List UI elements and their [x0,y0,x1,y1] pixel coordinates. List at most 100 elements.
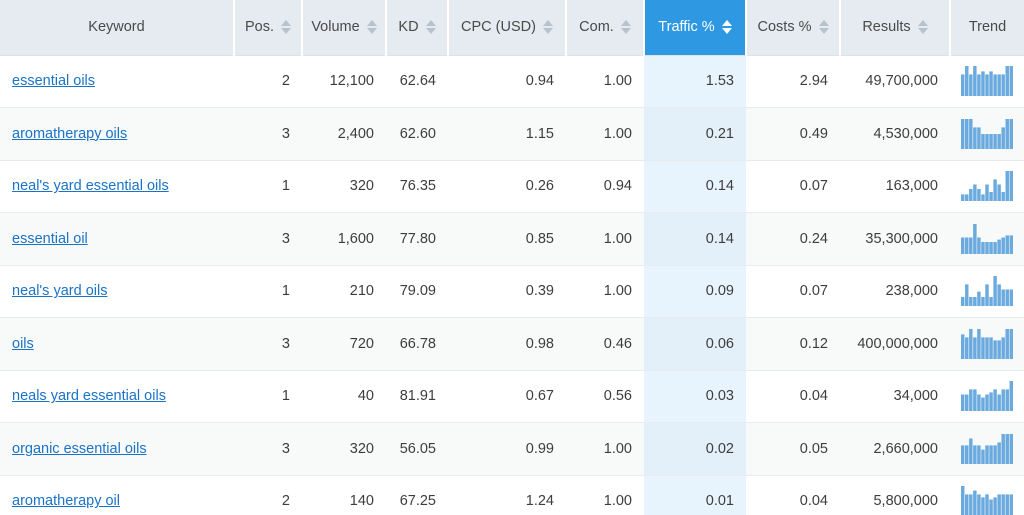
cell-keyword: essential oils [0,55,234,108]
cell-position: 1 [234,160,302,213]
cell-keyword: organic essential oils [0,422,234,476]
cell-costs: 0.49 [746,107,840,161]
sort-arrows-icon[interactable] [366,20,377,35]
cell-com: 1.00 [566,55,644,108]
cell-position: 3 [234,212,302,266]
keyword-link[interactable]: neal's yard essential oils [12,178,169,194]
column-header-keyword: Keyword [0,0,235,56]
cell-keyword: neal's yard oils [0,265,234,318]
cell-trend [950,160,1024,213]
table-row: neal's yard essential oils 1 320 76.35 0.26 0… [0,160,1024,213]
table-row: neals yard essential oils 1 40 81.91 0.67 0.5… [0,370,1024,423]
cell-trend [950,107,1024,161]
sort-arrows-icon[interactable] [425,20,436,35]
trend-sparkline-chart [961,66,1013,97]
table-row: aromatherapy oil 2 140 67.25 1.24 1.00 0.01 0.0… [0,475,1024,515]
cell-volume: 2,400 [302,107,386,161]
keyword-link[interactable]: essential oil [12,231,88,247]
sort-arrows-icon[interactable] [818,20,829,35]
cell-traffic: 0.21 [644,107,746,161]
cell-cpc: 0.39 [448,265,566,318]
cell-com: 1.00 [566,422,644,476]
cell-kd: 77.80 [386,212,448,266]
cell-volume: 12,100 [302,55,386,108]
table-body: essential oils 2 12,100 62.64 0.94 1.00 1.53 2.… [0,55,1024,515]
cell-keyword: oils [0,317,234,371]
sort-arrows-icon[interactable] [281,20,292,35]
cell-costs: 0.04 [746,370,840,423]
cell-traffic: 0.02 [644,422,746,476]
column-header-results[interactable]: Results [840,0,951,56]
cell-keyword: essential oil [0,212,234,266]
cell-com: 1.00 [566,475,644,515]
column-header-label: Keyword [88,19,145,36]
column-header-label: CPC (USD) [461,19,536,36]
table-row: neal's yard oils 1 210 79.09 0.39 1.00 0.09 0.0… [0,265,1024,318]
column-header-costs-pct[interactable]: Costs % [746,0,841,56]
trend-sparkline-chart [961,433,1013,464]
keyword-link[interactable]: aromatherapy oil [12,493,120,509]
table-row: oils 3 720 66.78 0.98 0.46 0.06 0.12 400,000,000 [0,317,1024,371]
sort-arrows-icon[interactable] [917,20,928,35]
cell-results: 238,000 [840,265,950,318]
cell-trend [950,422,1024,476]
keyword-link[interactable]: essential oils [12,73,95,89]
cell-trend [950,475,1024,515]
column-header-competition[interactable]: Com. [566,0,645,56]
column-header-volume[interactable]: Volume [302,0,387,56]
column-header-label: Com. [579,19,614,36]
column-header-trend: Trend [950,0,1024,56]
table-row: aromatherapy oils 3 2,400 62.60 1.15 1.00 0.21… [0,107,1024,161]
cell-results: 49,700,000 [840,55,950,108]
cell-com: 0.46 [566,317,644,371]
cell-trend [950,370,1024,423]
cell-kd: 81.91 [386,370,448,423]
cell-keyword: aromatherapy oil [0,475,234,515]
cell-kd: 79.09 [386,265,448,318]
keyword-link[interactable]: aromatherapy oils [12,126,127,142]
cell-traffic: 1.53 [644,55,746,108]
trend-sparkline-chart [961,223,1013,254]
cell-com: 1.00 [566,212,644,266]
column-header-kd[interactable]: KD [386,0,449,56]
cell-trend [950,55,1024,108]
column-header-label: KD [398,19,419,36]
column-header-label: Volume [311,19,360,36]
cell-volume: 720 [302,317,386,371]
header-row: Keyword Pos. Volume KD CPC (USD) Com. Traffic … [0,0,1024,56]
column-header-cpc-usd[interactable]: CPC (USD) [448,0,567,56]
cell-volume: 140 [302,475,386,515]
trend-sparkline-chart [961,276,1013,307]
column-header-label: Pos. [245,19,275,36]
column-header-position[interactable]: Pos. [234,0,303,56]
cell-costs: 2.94 [746,55,840,108]
cell-kd: 56.05 [386,422,448,476]
column-header-traffic-pct[interactable]: Traffic % [644,0,747,56]
sort-arrows-icon[interactable] [721,20,732,35]
cell-results: 163,000 [840,160,950,213]
cell-cpc: 0.98 [448,317,566,371]
trend-sparkline-chart [961,118,1013,149]
cell-costs: 0.07 [746,265,840,318]
trend-sparkline-chart [961,381,1013,412]
cell-keyword: neal's yard essential oils [0,160,234,213]
cell-cpc: 0.94 [448,55,566,108]
sort-arrows-icon[interactable] [542,20,553,35]
table-header: Keyword Pos. Volume KD CPC (USD) Com. Traffic … [0,0,1024,56]
keyword-link[interactable]: organic essential oils [12,441,147,457]
keyword-link[interactable]: neal's yard oils [12,283,107,299]
cell-volume: 40 [302,370,386,423]
sort-arrows-icon[interactable] [620,20,631,35]
cell-position: 2 [234,55,302,108]
keyword-link[interactable]: oils [12,336,34,352]
cell-kd: 76.35 [386,160,448,213]
cell-traffic: 0.14 [644,160,746,213]
keyword-link[interactable]: neals yard essential oils [12,388,166,404]
trend-sparkline-chart [961,171,1013,202]
cell-position: 1 [234,370,302,423]
cell-volume: 1,600 [302,212,386,266]
column-header-label: Trend [968,19,1007,36]
cell-trend [950,212,1024,266]
column-header-label: Costs % [757,19,812,36]
cell-kd: 62.64 [386,55,448,108]
